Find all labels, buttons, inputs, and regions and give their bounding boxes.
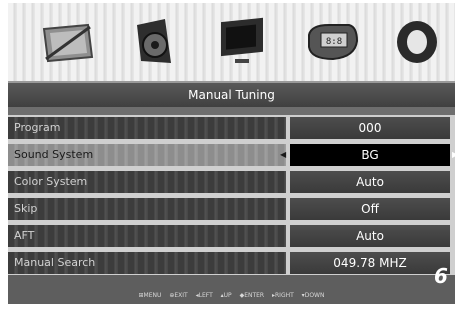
setup-icon[interactable] — [388, 17, 446, 67]
svg-text:8:8: 8:8 — [326, 37, 342, 47]
row-value[interactable]: Auto — [290, 171, 450, 193]
menu-title: Manual Tuning — [8, 83, 455, 107]
menu-row-skip[interactable]: Skip Off — [8, 198, 455, 220]
menu-icon-bar: 8:8 — [8, 3, 455, 83]
picture-icon[interactable] — [38, 17, 96, 67]
row-value[interactable]: Off — [290, 198, 450, 220]
menu-row-aft[interactable]: AFT Auto — [8, 225, 455, 247]
page-number: 6 — [434, 264, 448, 288]
row-label: Skip — [8, 198, 286, 220]
row-value[interactable]: 000 — [290, 117, 450, 139]
menu-row-color-system[interactable]: Color System Auto — [8, 171, 455, 193]
menu-row-manual-search[interactable]: Manual Search 049.78 MHZ — [8, 252, 455, 274]
left-arrow-icon[interactable]: ◀ — [280, 144, 286, 166]
tv-icon[interactable] — [213, 17, 271, 67]
right-arrow-icon[interactable]: ▶ — [452, 144, 455, 166]
menu-row-sound-system[interactable]: Sound System ◀ BG ▶ — [8, 144, 455, 166]
menu-row-program[interactable]: Program 000 — [8, 117, 455, 139]
row-label: Sound System — [8, 144, 286, 166]
key-hints: ⊞MENU ⊕EXIT ◂LEFT ▴UP ◆ENTER ▸RIGHT ▾DOW… — [138, 292, 325, 299]
row-value[interactable]: 049.78 MHZ — [290, 252, 450, 274]
row-value[interactable]: Auto — [290, 225, 450, 247]
row-label: Program — [8, 117, 286, 139]
tv-osd-menu: 8:8 Manual Tuning Program 000 Sound Syst… — [8, 3, 455, 304]
row-label: Manual Search — [8, 252, 286, 274]
row-value[interactable]: BG — [290, 144, 450, 166]
title-separator — [8, 107, 455, 115]
row-label: Color System — [8, 171, 286, 193]
time-icon[interactable]: 8:8 — [303, 17, 361, 67]
row-label: AFT — [8, 225, 286, 247]
sound-icon[interactable] — [123, 17, 181, 67]
